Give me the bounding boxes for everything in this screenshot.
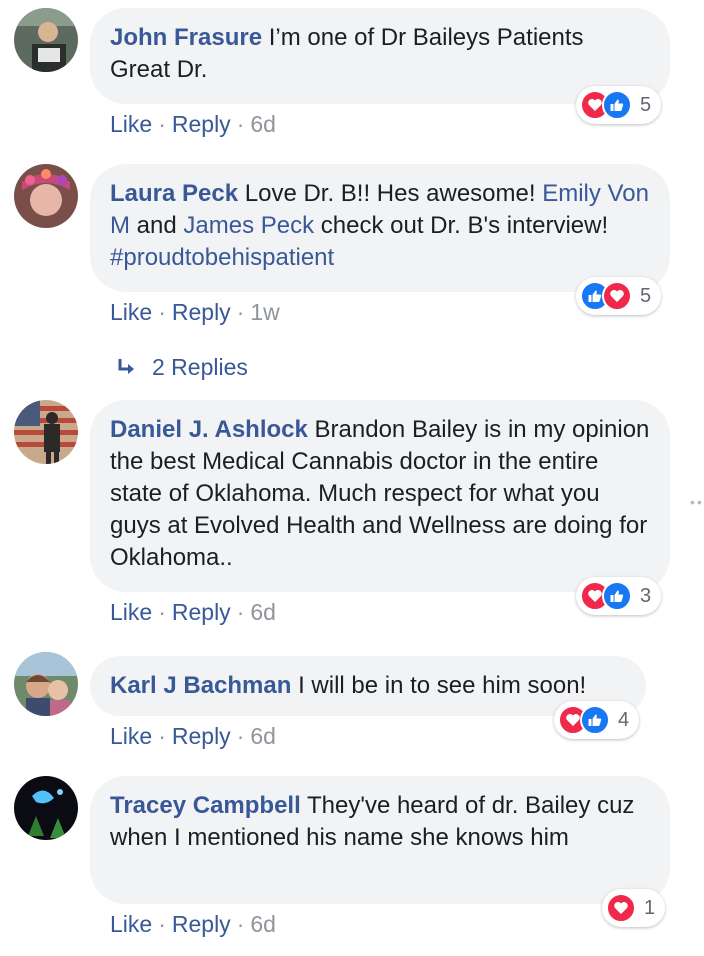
reactions-summary[interactable]: 3	[576, 577, 662, 615]
like-link[interactable]: Like	[110, 111, 152, 137]
comment-author[interactable]: Karl J Bachman	[110, 672, 291, 699]
reactions-summary[interactable]: 5	[576, 86, 662, 124]
avatar[interactable]	[14, 8, 78, 72]
comment-author[interactable]: Tracey Campbell	[110, 792, 301, 819]
comment-timestamp[interactable]: 1w	[250, 299, 279, 325]
reactions-summary[interactable]: 1	[602, 889, 666, 927]
like-link[interactable]: Like	[110, 599, 152, 625]
like-link[interactable]: Like	[110, 299, 152, 325]
avatar[interactable]	[14, 400, 78, 464]
comment-author[interactable]: Daniel J. Ashlock	[110, 416, 308, 443]
comment-timestamp[interactable]: 6d	[250, 111, 276, 137]
view-replies-link[interactable]: 2 Replies	[116, 354, 248, 381]
heart-icon	[606, 893, 636, 923]
avatar[interactable]	[14, 164, 78, 228]
reply-link[interactable]: Reply	[172, 723, 231, 749]
avatar[interactable]	[14, 652, 78, 716]
comment-actions: Like · Reply · 6d	[110, 599, 276, 625]
reaction-count: 4	[618, 708, 630, 731]
comment-timestamp[interactable]: 6d	[250, 723, 276, 749]
avatar[interactable]	[14, 776, 78, 840]
mention-link[interactable]: James Peck	[183, 212, 314, 239]
comment-text: and	[130, 212, 184, 239]
heart-icon	[602, 281, 632, 311]
hashtag-link[interactable]: #proudtobehispatient	[110, 244, 334, 271]
reply-link[interactable]: Reply	[172, 111, 231, 137]
reply-link[interactable]: Reply	[172, 911, 231, 937]
comment-timestamp[interactable]: 6d	[250, 911, 276, 937]
comment-actions: Like · Reply · 6d	[110, 911, 276, 937]
more-options-icon[interactable]: ••	[690, 494, 704, 510]
comment-actions: Like · Reply · 6d	[110, 111, 276, 137]
reaction-count: 3	[640, 584, 652, 607]
replies-count-label[interactable]: 2 Replies	[152, 354, 248, 381]
comment-actions: Like · Reply · 6d	[110, 723, 276, 749]
comment-text: I will be in to see him soon!	[298, 672, 587, 699]
comment-bubble: Daniel J. Ashlock Brandon Bailey is in m…	[90, 400, 670, 592]
like-link[interactable]: Like	[110, 911, 152, 937]
like-link[interactable]: Like	[110, 723, 152, 749]
reaction-count: 5	[640, 93, 652, 116]
reactions-summary[interactable]: 4	[554, 701, 640, 739]
comment-timestamp[interactable]: 6d	[250, 599, 276, 625]
comment-author[interactable]: John Frasure	[110, 24, 262, 51]
comment-text: Love Dr. B!! Hes awesome!	[244, 180, 543, 207]
reaction-count: 5	[640, 284, 652, 307]
reply-arrow-icon	[118, 358, 134, 374]
thumbs-up-icon	[580, 705, 610, 735]
comment-bubble: Tracey Campbell They've heard of dr. Bai…	[90, 776, 670, 904]
reaction-count: 1	[644, 896, 656, 919]
comment-actions: Like · Reply · 1w	[110, 299, 280, 325]
comment-bubble: Laura Peck Love Dr. B!! Hes awesome! Emi…	[90, 164, 670, 292]
reply-link[interactable]: Reply	[172, 599, 231, 625]
reply-link[interactable]: Reply	[172, 299, 231, 325]
comment-author[interactable]: Laura Peck	[110, 180, 238, 207]
comment-text: check out Dr. B's interview!	[314, 212, 609, 239]
thumbs-up-icon	[602, 90, 632, 120]
reactions-summary[interactable]: 5	[576, 277, 662, 315]
thumbs-up-icon	[602, 581, 632, 611]
